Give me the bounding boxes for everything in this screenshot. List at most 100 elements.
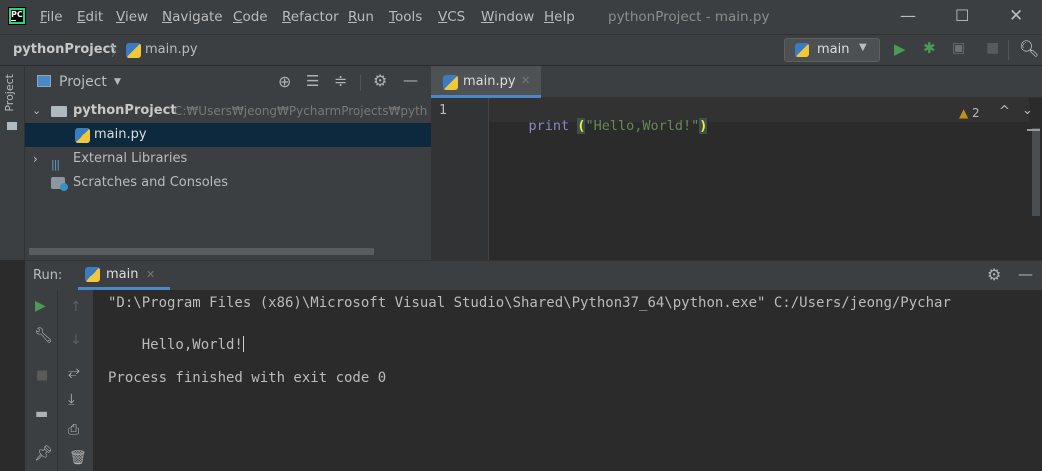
menu-bar: PC File Edit View Navigate Code Refactor… <box>0 0 1042 34</box>
search-icon[interactable]: 🔍︎ <box>1019 39 1039 58</box>
breadcrumb-file[interactable]: main.py <box>145 42 198 57</box>
rerun-icon[interactable]: ▶ <box>35 298 46 314</box>
project-root-path: C:₩Users₩jeong₩PycharmProjects₩pyth <box>174 104 428 118</box>
menu-navigate[interactable]: Navigate <box>162 9 223 25</box>
tree-item-external-libraries[interactable]: › ||| External Libraries <box>25 147 431 171</box>
collapse-all-icon[interactable]: ≑ <box>334 71 347 90</box>
run-label: Run: <box>33 268 63 283</box>
gutter: 1 <box>431 98 489 260</box>
menu-run[interactable]: Run <box>348 9 374 25</box>
menu-tools[interactable]: Tools <box>389 9 422 25</box>
run-toolbar-secondary: ↑ ↓ ⥂ ⤓ ⎙ 🗑︎ <box>57 290 93 471</box>
chevron-right-icon[interactable]: › <box>33 147 38 171</box>
editor-tab-label: main.py <box>463 74 516 89</box>
tree-item-label: Scratches and Consoles <box>73 175 229 190</box>
project-view-icon <box>37 75 51 87</box>
navigation-bar: pythonProject 〉 main.py main ▼ ▶ ✱ ▣ ■ 🔍… <box>0 34 1042 66</box>
horizontal-scrollbar[interactable] <box>29 248 374 255</box>
close-tab-icon[interactable]: ✕ <box>521 74 530 87</box>
scroll-to-end-icon[interactable]: ⤓ <box>68 390 75 408</box>
maximize-icon[interactable]: ☐ <box>955 6 969 25</box>
project-root-name: pythonProject <box>73 103 177 118</box>
menu-window[interactable]: Window <box>481 9 534 25</box>
close-tab-icon[interactable]: ✕ <box>146 268 155 281</box>
menu-vcs[interactable]: VCS <box>438 9 465 25</box>
scrollbar-marker <box>1027 129 1040 131</box>
tree-item-label: main.py <box>94 127 147 142</box>
menu-refactor[interactable]: Refactor <box>282 9 339 25</box>
code-paren-close: ) <box>699 118 708 134</box>
chevron-down-icon[interactable]: ▼ <box>114 77 121 87</box>
menu-file[interactable]: File <box>40 9 63 25</box>
gear-icon[interactable]: ⚙ <box>373 71 387 90</box>
folder-icon <box>51 106 67 117</box>
print-icon[interactable]: ⎙ <box>68 422 79 438</box>
previous-highlight-icon[interactable]: ^ <box>999 104 1010 119</box>
project-tool-tab-label: Project <box>3 74 16 112</box>
tree-item-scratches[interactable]: Scratches and Consoles <box>25 171 431 195</box>
run-config-label: main <box>817 42 850 57</box>
breadcrumb-separator-icon: 〉 <box>111 45 125 60</box>
stop-icon[interactable]: ■ <box>986 40 999 56</box>
hide-minimize-icon[interactable]: — <box>1018 265 1033 283</box>
run-config-dropdown[interactable]: main ▼ <box>784 38 880 62</box>
chevron-down-icon[interactable]: ⌄ <box>32 99 41 123</box>
line-number: 1 <box>439 103 447 118</box>
console-output-text: Hello,World! <box>141 337 243 353</box>
breadcrumb-project[interactable]: pythonProject <box>13 42 117 57</box>
run-tab-main[interactable]: main ✕ <box>78 261 170 290</box>
layout-icon[interactable]: ▬ <box>35 406 48 422</box>
header-divider <box>360 75 361 91</box>
menu-code[interactable]: Code <box>233 9 268 25</box>
code-line-1[interactable]: print ("Hello,World!") <box>496 102 708 150</box>
close-icon[interactable]: ✕ <box>1009 6 1023 26</box>
arrow-down-icon[interactable]: ↓ <box>70 332 82 348</box>
warning-count: 2 <box>972 106 980 120</box>
python-icon <box>795 43 809 57</box>
project-pane: Project ▼ ⊕ ☰ ≑ ⚙ — ⌄ pythonProject C:₩U… <box>25 66 431 260</box>
menu-edit[interactable]: Edit <box>77 9 103 25</box>
project-view-dropdown[interactable]: Project <box>59 74 107 90</box>
pin-icon[interactable]: 📌︎ <box>34 444 53 462</box>
tree-item-project-root[interactable]: ⌄ pythonProject C:₩Users₩jeong₩PycharmPr… <box>25 99 431 123</box>
coverage-icon[interactable]: ▣ <box>952 40 965 56</box>
stop-icon[interactable]: ■ <box>36 368 48 383</box>
python-file-icon <box>75 128 90 143</box>
python-file-icon <box>126 43 141 58</box>
toolbar-divider <box>1008 40 1009 60</box>
wrench-settings-icon[interactable]: 🔧︎ <box>34 326 53 344</box>
tree-item-main-py[interactable]: main.py <box>25 123 431 147</box>
pycharm-logo-icon[interactable]: PC <box>8 7 26 25</box>
editor-tab-main-py[interactable]: main.py ✕ <box>431 66 541 98</box>
console-line-exit: Process finished with exit code 0 <box>108 370 387 386</box>
left-tool-strip: Project <box>0 66 25 260</box>
run-toolbar-primary: ▶ 🔧︎ ■ ▬ 📌︎ <box>25 290 57 471</box>
menu-view[interactable]: View <box>116 9 148 25</box>
arrow-up-icon[interactable]: ↑ <box>70 299 82 315</box>
window-title: pythonProject - main.py <box>608 9 770 25</box>
menu-help[interactable]: Help <box>544 9 575 25</box>
next-highlight-icon[interactable]: ⌄ <box>1022 103 1033 118</box>
scratches-badge-icon <box>60 183 68 191</box>
expand-all-icon[interactable]: ☰ <box>306 72 319 90</box>
folder-icon <box>7 122 17 130</box>
minimize-icon[interactable]: — <box>900 6 916 25</box>
code-function-print: print <box>528 118 570 134</box>
console-line-command: "D:\Program Files (x86)\Microsoft Visual… <box>108 295 951 311</box>
editor-vertical-scrollbar[interactable] <box>1032 128 1040 216</box>
gear-icon[interactable]: ⚙ <box>987 265 1001 284</box>
chevron-down-icon: ▼ <box>859 42 867 53</box>
run-tool-window-header: Run: main ✕ ⚙ — <box>25 260 1042 290</box>
trash-icon[interactable]: 🗑︎ <box>69 450 87 466</box>
console-output[interactable]: "D:\Program Files (x86)\Microsoft Visual… <box>93 290 1042 471</box>
python-file-icon <box>443 75 458 90</box>
python-icon <box>85 267 100 282</box>
soft-wrap-icon[interactable]: ⥂ <box>68 362 80 380</box>
run-icon[interactable]: ▶ <box>894 40 906 58</box>
locate-crosshair-icon[interactable]: ⊕ <box>278 72 291 91</box>
console-line-output: Hello,World! <box>108 320 244 369</box>
code-string: "Hello,World!" <box>585 118 700 134</box>
hide-minimize-icon[interactable]: — <box>403 71 418 89</box>
debug-bug-icon[interactable]: ✱ <box>923 39 936 57</box>
project-pane-header: Project ▼ ⊕ ☰ ≑ ⚙ — <box>25 66 431 98</box>
